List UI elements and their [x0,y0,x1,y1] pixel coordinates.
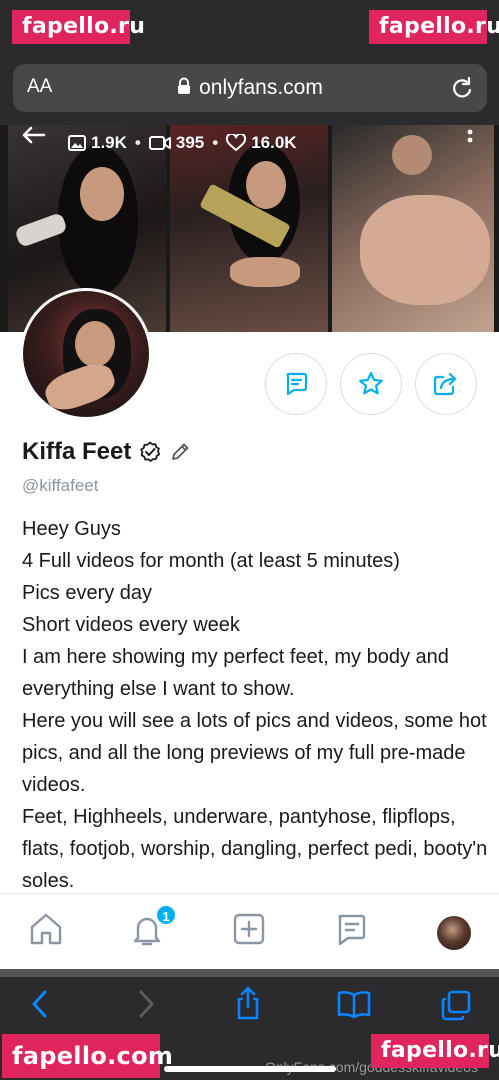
favorite-button[interactable] [340,353,402,415]
app-bottom-nav: 1 [0,893,499,969]
bio-line: I am here showing my perfect feet, my bo… [22,646,449,700]
share-icon [433,372,457,396]
user-avatar-nav[interactable] [437,916,471,950]
tabs-icon[interactable] [440,989,472,1021]
image-icon [68,135,86,151]
edit-pencil-icon[interactable] [169,441,191,463]
heart-icon [226,134,247,151]
more-options-icon[interactable] [467,129,473,145]
message-button[interactable] [265,353,327,415]
add-post-icon[interactable] [232,912,266,946]
browser-share-icon[interactable] [232,985,264,1021]
star-icon [359,371,383,395]
share-button[interactable] [415,353,477,415]
cover-photo-3 [332,125,494,332]
cover-photo-2 [170,125,328,332]
browser-forward-icon[interactable] [136,989,156,1019]
bio-line: Here you will see a lots of pics and vid… [22,710,487,796]
videos-count: 395 [148,133,204,153]
messages-icon[interactable] [334,912,368,948]
bio-line: 4 Full videos for month (at least 5 minu… [22,550,400,572]
profile-handle[interactable]: @kiffafeet [22,476,98,496]
bio-line: Feet, Highheels, underware, pantyhose, f… [22,806,488,892]
profile-name-row: Kiffa Feet [22,438,191,466]
watermark-top-right: fapello.ru [369,10,499,44]
back-arrow-icon[interactable] [20,125,46,145]
bio-line: Short videos every week [22,614,240,636]
address-bar[interactable]: AA onlyfans.com [13,64,487,112]
photos-count: 1.9K [68,133,127,153]
url-display[interactable]: onlyfans.com [13,76,487,100]
profile-name: Kiffa Feet [22,438,132,465]
message-icon [286,372,308,396]
likes-count: 16.0K [226,133,297,153]
watermark-top-left: fapello.ru [12,10,145,44]
watermark-bottom-right: fapello.ru [371,1034,499,1068]
profile-stats: 1.9K • 395 • 16.0K [68,133,297,153]
browser-back-icon[interactable] [30,989,50,1019]
home-indicator [164,1066,336,1072]
home-icon[interactable] [28,912,64,946]
content-peek [0,969,499,977]
avatar[interactable] [20,288,152,420]
bio-line: Heey Guys [22,518,121,540]
bookmarks-icon[interactable] [336,989,372,1019]
lock-icon [178,77,191,94]
reload-icon[interactable] [451,76,473,100]
bio-line: Pics every day [22,582,153,604]
watermark-bottom-left: fapello.com [2,1034,173,1078]
video-icon [148,136,171,150]
verified-icon [140,441,161,462]
notification-badge: 1 [155,904,177,926]
profile-bio: Heey Guys 4 Full videos for month (at le… [22,513,488,897]
url-text: onlyfans.com [199,76,323,99]
